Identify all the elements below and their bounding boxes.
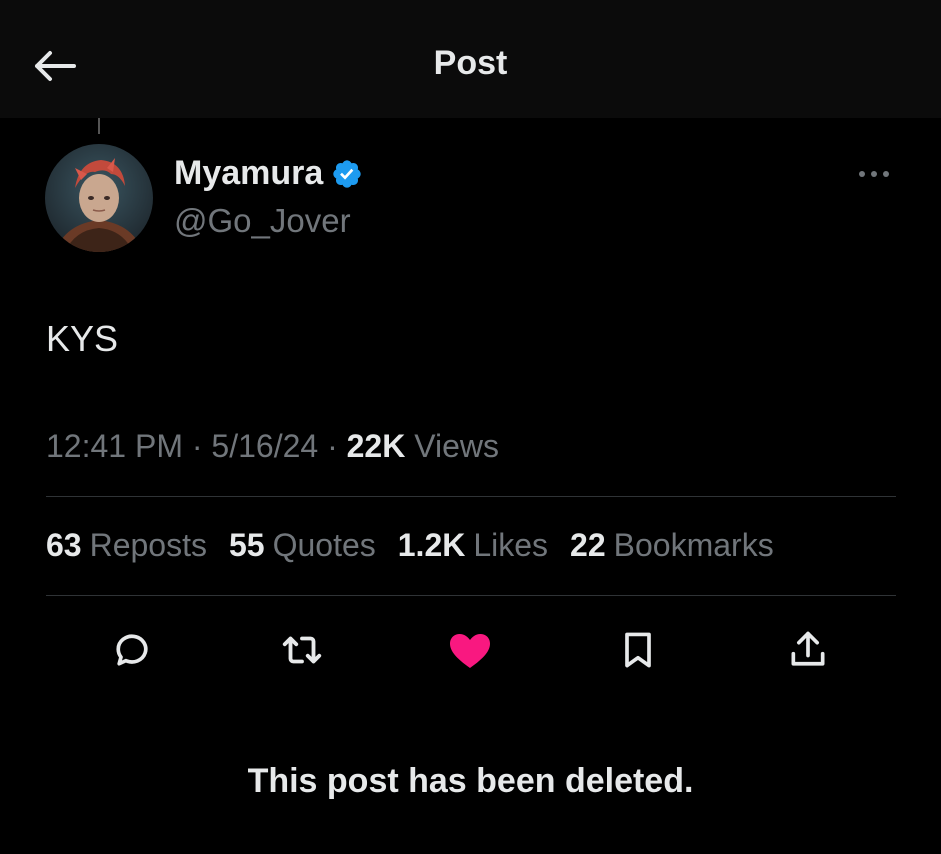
author-handle[interactable]: @Go_Jover: [174, 202, 351, 240]
stat-count: 1.2K: [397, 527, 466, 563]
stat-likes[interactable]: 1.2K Likes: [398, 527, 548, 564]
stat-bookmarks[interactable]: 22 Bookmarks: [570, 527, 774, 564]
stat-label: Likes: [473, 527, 549, 563]
stat-reposts[interactable]: 63 Reposts: [46, 527, 207, 564]
share-button[interactable]: [780, 622, 836, 678]
avatar[interactable]: [45, 144, 153, 252]
reply-button[interactable]: [104, 622, 160, 678]
post-meta: 12:41 PM · 5/16/24 · 22K Views: [46, 428, 499, 465]
meta-separator: ·: [318, 428, 347, 464]
like-button[interactable]: [442, 622, 498, 678]
like-icon: [450, 634, 490, 668]
stat-count: 22: [570, 527, 606, 563]
stat-label: Reposts: [89, 527, 207, 563]
stat-count: 63: [46, 527, 82, 563]
top-bar: Post: [0, 0, 941, 118]
bookmark-button[interactable]: [610, 622, 666, 678]
page-title: Post: [433, 44, 508, 82]
views-count: 22K: [346, 428, 406, 464]
stat-label: Quotes: [272, 527, 376, 563]
repost-icon: [282, 636, 322, 664]
reply-icon: [116, 634, 148, 666]
post-date[interactable]: 5/16/24: [211, 428, 318, 464]
repost-button[interactable]: [274, 622, 330, 678]
bookmark-icon: [625, 632, 651, 668]
views-label: Views: [414, 428, 499, 464]
meta-separator: ·: [182, 428, 212, 464]
divider: [46, 496, 896, 497]
stat-label: Bookmarks: [613, 527, 774, 563]
share-icon: [791, 631, 825, 666]
more-horizontal-icon: [859, 171, 889, 177]
post-time[interactable]: 12:41 PM: [46, 428, 183, 464]
post-text: KYS: [46, 318, 119, 359]
more-options-button[interactable]: [854, 162, 894, 186]
stat-count: 55: [228, 527, 265, 563]
author-display-name: Myamura: [174, 154, 324, 192]
stat-quotes[interactable]: 55 Quotes: [229, 527, 376, 564]
divider: [46, 595, 896, 596]
action-bar: [0, 622, 941, 678]
verified-badge-icon: [333, 159, 361, 188]
thread-connector-line: [98, 118, 100, 134]
author-name-row[interactable]: Myamura: [174, 154, 363, 193]
engagement-stats: 63 Reposts 55 Quotes 1.2K Likes 22 Bookmarks: [46, 527, 796, 564]
deleted-notice: This post has been deleted.: [247, 762, 694, 800]
